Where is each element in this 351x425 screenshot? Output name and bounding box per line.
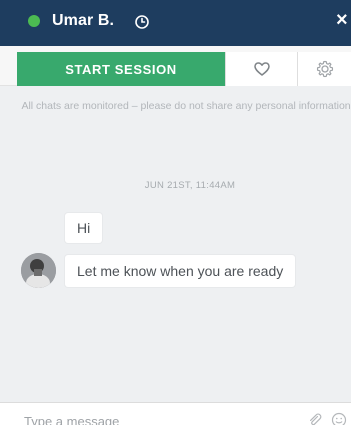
session-toolbar: START SESSION bbox=[0, 46, 351, 86]
settings-button[interactable] bbox=[298, 52, 351, 86]
message-text: Let me know when you are ready bbox=[77, 263, 284, 279]
status-dot-icon bbox=[28, 15, 40, 27]
contact-name: Umar B. bbox=[52, 12, 115, 29]
monitoring-notice: All chats are monitored – please do not … bbox=[21, 100, 351, 112]
emoji-icon[interactable] bbox=[331, 412, 347, 425]
chat-widget: Umar B. × START SESSION All chats are mo… bbox=[0, 0, 351, 425]
heart-icon bbox=[253, 62, 270, 76]
message-input[interactable] bbox=[24, 412, 264, 425]
avatar bbox=[21, 253, 56, 288]
favorite-button[interactable] bbox=[225, 52, 298, 86]
message-bubble: Hi bbox=[65, 213, 103, 243]
close-icon[interactable]: × bbox=[336, 10, 348, 30]
avatar-image bbox=[21, 253, 56, 288]
message-bubble: Let me know when you are ready bbox=[65, 255, 296, 287]
message-timestamp: JUN 21ST, 11:44AM bbox=[144, 180, 236, 191]
chat-header: Umar B. × bbox=[0, 0, 351, 46]
message-composer bbox=[0, 402, 351, 425]
message-text: Hi bbox=[77, 220, 91, 236]
start-session-button[interactable]: START SESSION bbox=[17, 52, 225, 86]
paperclip-icon[interactable] bbox=[308, 413, 322, 425]
gear-icon bbox=[316, 60, 333, 78]
clock-icon[interactable] bbox=[134, 14, 150, 30]
